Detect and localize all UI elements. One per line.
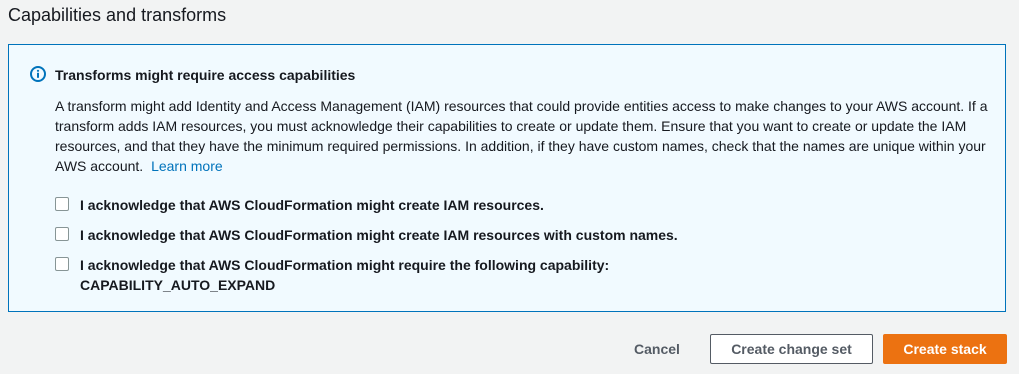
acknowledge-iam-custom-names-label[interactable]: I acknowledge that AWS CloudFormation mi… — [80, 225, 678, 245]
acknowledge-auto-expand-row[interactable]: I acknowledge that AWS CloudFormation mi… — [55, 255, 609, 295]
acknowledge-auto-expand-label[interactable]: I acknowledge that AWS CloudFormation mi… — [80, 255, 609, 295]
info-alert: Transforms might require access capabili… — [8, 44, 1006, 312]
acknowledge-iam-checkbox[interactable] — [55, 197, 69, 211]
acknowledge-iam-label[interactable]: I acknowledge that AWS CloudFormation mi… — [80, 195, 544, 215]
acknowledge-auto-expand-checkbox[interactable] — [55, 257, 69, 271]
info-heading: Transforms might require access capabili… — [55, 67, 356, 83]
capability-name: CAPABILITY_AUTO_EXPAND — [80, 277, 276, 293]
acknowledge-auto-expand-label-line1: I acknowledge that AWS CloudFormation mi… — [80, 257, 610, 273]
acknowledge-iam-row[interactable]: I acknowledge that AWS CloudFormation mi… — [55, 195, 544, 215]
acknowledge-iam-custom-names-row[interactable]: I acknowledge that AWS CloudFormation mi… — [55, 225, 678, 245]
create-change-set-button[interactable]: Create change set — [710, 334, 873, 364]
section-title: Capabilities and transforms — [8, 5, 227, 25]
cancel-button[interactable]: Cancel — [622, 334, 692, 364]
info-body: A transform might add Identity and Acces… — [55, 96, 1000, 176]
acknowledge-iam-custom-names-checkbox[interactable] — [55, 227, 69, 241]
info-circle-icon — [30, 66, 46, 82]
learn-more-link[interactable]: Learn more — [151, 158, 223, 174]
create-stack-button[interactable]: Create stack — [883, 334, 1007, 364]
